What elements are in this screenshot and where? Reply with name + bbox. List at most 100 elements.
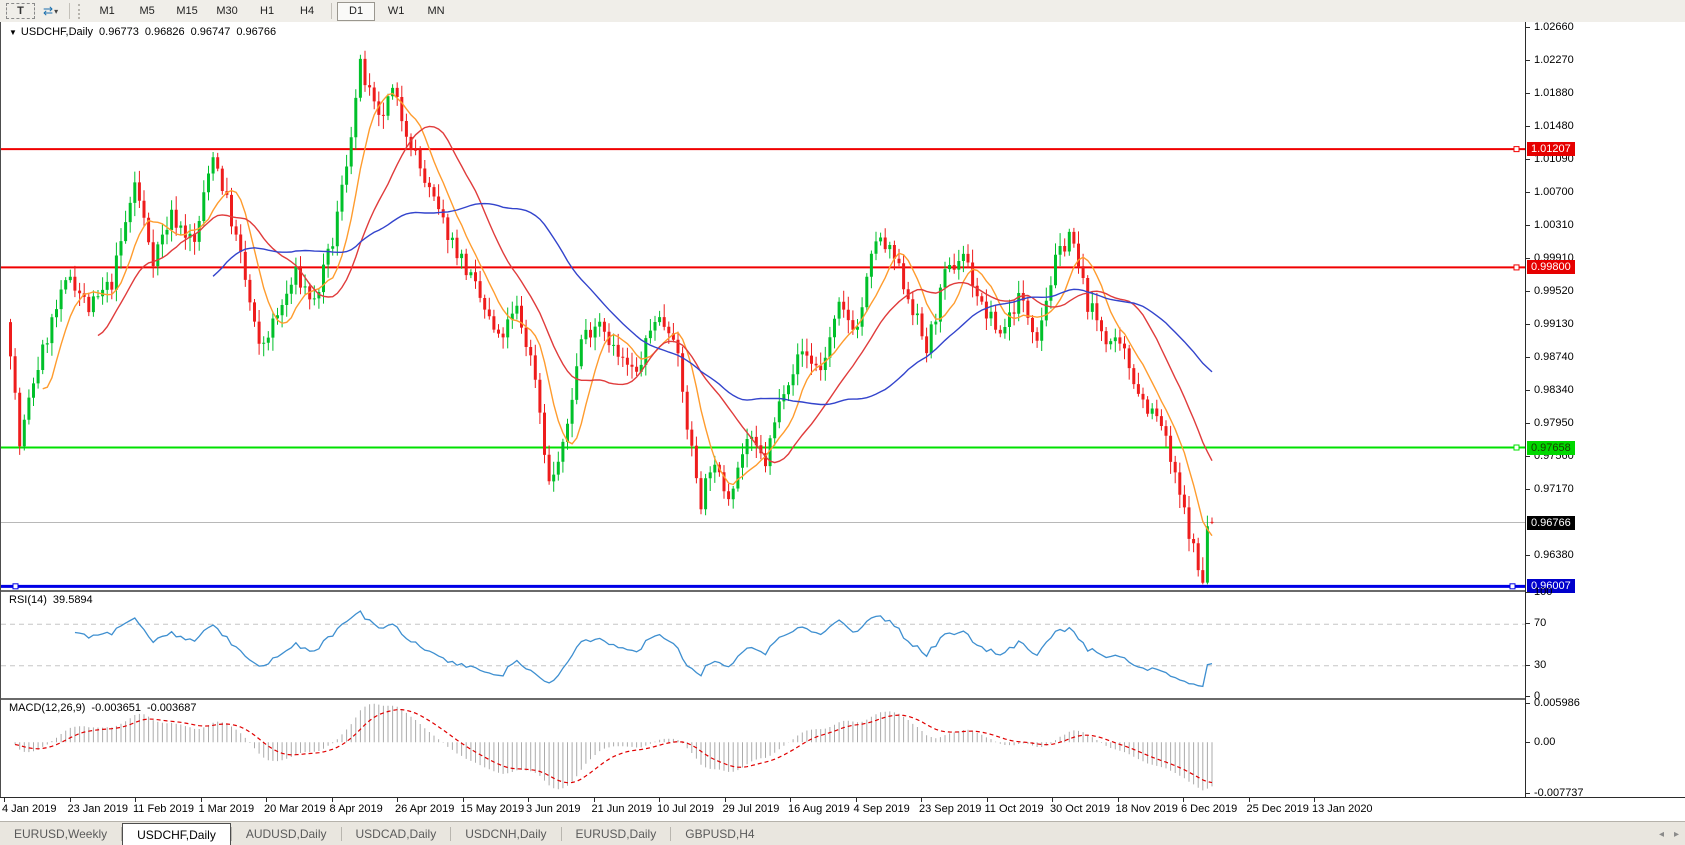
toolbar-grip[interactable] <box>78 4 83 19</box>
time-tick-mark <box>463 798 464 802</box>
tab-scroll-left-button[interactable]: ◂ <box>1659 829 1664 840</box>
timeframe-button-m5[interactable]: M5 <box>128 2 166 21</box>
resistance-line-2-handle[interactable] <box>1514 265 1519 270</box>
date-label: 20 Mar 2019 <box>264 803 326 815</box>
chart-symbol-period: USDCHF,Daily <box>21 26 93 38</box>
ohlc-high: 0.96826 <box>145 26 185 38</box>
resistance-line-1-handle[interactable] <box>1514 147 1519 152</box>
price-tick-label: 0.98340 <box>1534 384 1574 396</box>
chart-toolbar: T ⇄ ▾ M1M5M15M30H1H4 D1W1MN <box>0 0 1685 23</box>
time-tick-mark <box>921 798 922 802</box>
resistance-line-2-price-label: 0.99800 <box>1527 260 1575 274</box>
rsi-panel[interactable] <box>1 590 1525 698</box>
price-tick-label: 1.00700 <box>1534 186 1574 198</box>
time-tick-mark <box>1118 798 1119 802</box>
date-label: 4 Jan 2019 <box>2 803 56 815</box>
rsi-axis-label: 70 <box>1534 617 1546 629</box>
date-label: 25 Dec 2019 <box>1247 803 1309 815</box>
time-tick-mark <box>856 798 857 802</box>
resistance-line-1-price-label: 1.01207 <box>1527 142 1575 156</box>
timeframe-button-m15[interactable]: M15 <box>168 2 206 21</box>
date-label: 8 Apr 2019 <box>330 803 383 815</box>
time-tick-mark <box>135 798 136 802</box>
chart-title[interactable]: ▼USDCHF,Daily0.967730.968260.967470.9676… <box>9 26 276 38</box>
rsi-value: 39.5894 <box>53 594 93 606</box>
chart-tab-audusd-daily[interactable]: AUDUSD,Daily <box>232 822 341 845</box>
macd-panel[interactable] <box>1 698 1525 797</box>
down-candle-wicks <box>11 51 1213 585</box>
axis-tick-mark <box>1526 291 1530 292</box>
chart-tab-usdcnh-daily[interactable]: USDCNH,Daily <box>451 822 560 845</box>
price-tick-label: 1.00310 <box>1534 219 1574 231</box>
macd-histogram <box>15 704 1212 791</box>
date-label: 23 Jan 2019 <box>68 803 129 815</box>
axis-tick-mark <box>1526 555 1530 556</box>
axis-tick-mark <box>1526 258 1530 259</box>
time-tick-mark <box>790 798 791 802</box>
chart-menu-icon[interactable]: ▼ <box>9 28 17 37</box>
time-tick-mark <box>1249 798 1250 802</box>
ohlc-close: 0.96766 <box>236 26 276 38</box>
moving-average-45 <box>213 204 1212 405</box>
rsi-line <box>75 611 1212 686</box>
support-line-blue-handle[interactable] <box>13 584 18 589</box>
date-label: 16 Aug 2019 <box>788 803 850 815</box>
timeframe-button-w1[interactable]: W1 <box>377 2 415 21</box>
timeframe-button-m1[interactable]: M1 <box>88 2 126 21</box>
time-tick-mark <box>987 798 988 802</box>
rsi-name: RSI(14) <box>9 594 47 606</box>
chart-tab-gbpusd-h4[interactable]: GBPUSD,H4 <box>671 822 768 845</box>
timeframe-button-mn[interactable]: MN <box>417 2 455 21</box>
axis-tick-mark <box>1526 93 1530 94</box>
axis-tick-mark <box>1526 703 1530 704</box>
support-line-blue-handle[interactable] <box>1510 584 1515 589</box>
timeframe-button-m30[interactable]: M30 <box>208 2 246 21</box>
rsi-indicator-label: RSI(14) 39.5894 <box>9 594 93 606</box>
date-label: 30 Oct 2019 <box>1050 803 1110 815</box>
chart-tab-eurusd-daily[interactable]: EURUSD,Daily <box>562 822 671 845</box>
chart-tab-usdchf-daily[interactable]: USDCHF,Daily <box>122 823 231 845</box>
date-label: 15 May 2019 <box>461 803 525 815</box>
date-label: 6 Dec 2019 <box>1181 803 1237 815</box>
price-tick-label: 1.02660 <box>1534 21 1574 33</box>
date-label: 23 Sep 2019 <box>919 803 981 815</box>
chart-tab-eurusd-weekly[interactable]: EURUSD,Weekly <box>0 822 121 845</box>
timeframe-button-h4[interactable]: H4 <box>288 2 326 21</box>
rsi-axis-label: 30 <box>1534 659 1546 671</box>
toolbar-separator <box>69 3 70 19</box>
price-axis[interactable]: 1.026601.022701.018801.014801.010901.007… <box>1525 22 1685 797</box>
axis-tick-mark <box>1526 126 1530 127</box>
axis-tick-mark <box>1526 60 1530 61</box>
time-tick-mark <box>594 798 595 802</box>
price-tick-label: 0.97950 <box>1534 417 1574 429</box>
time-tick-mark <box>528 798 529 802</box>
tab-scroll-right-button[interactable]: ▸ <box>1674 829 1679 840</box>
chart-window: ▼USDCHF,Daily0.967730.968260.967470.9676… <box>0 22 1685 797</box>
axis-tick-mark <box>1526 27 1530 28</box>
date-label: 21 Jun 2019 <box>592 803 653 815</box>
price-tick-label: 0.97170 <box>1534 483 1574 495</box>
time-tick-mark <box>725 798 726 802</box>
dropdown-caret-icon: ▾ <box>54 7 58 16</box>
time-tick-mark <box>70 798 71 802</box>
date-label: 13 Jan 2020 <box>1312 803 1373 815</box>
price-tick-label: 1.01480 <box>1534 120 1574 132</box>
time-tick-mark <box>1052 798 1053 802</box>
time-axis[interactable]: 4 Jan 201923 Jan 201911 Feb 20191 Mar 20… <box>0 797 1685 821</box>
axis-tick-mark <box>1526 592 1530 593</box>
timeframe-button-h1[interactable]: H1 <box>248 2 286 21</box>
text-tool-button[interactable]: T <box>6 3 35 19</box>
support-line-green-handle[interactable] <box>1514 445 1519 450</box>
chart-tab-usdcad-daily[interactable]: USDCAD,Daily <box>342 822 451 845</box>
axis-tick-mark <box>1526 390 1530 391</box>
chart-tab-bar: EURUSD,WeeklyUSDCHF,DailyAUDUSD,DailyUSD… <box>0 821 1685 845</box>
time-tick-mark <box>1314 798 1315 802</box>
timeframe-button-group: M1M5M15M30H1H4 D1W1MN <box>87 2 456 21</box>
candlestick-chart[interactable] <box>1 22 1525 590</box>
arrows-tool-button[interactable]: ⇄ ▾ <box>37 3 64 20</box>
up-candle-bodies <box>23 59 1209 583</box>
up-candle-wicks <box>24 55 1207 585</box>
axis-tick-mark <box>1526 423 1530 424</box>
macd-indicator-label: MACD(12,26,9)-0.003651-0.003687 <box>9 702 197 714</box>
timeframe-button-d1[interactable]: D1 <box>337 2 375 21</box>
